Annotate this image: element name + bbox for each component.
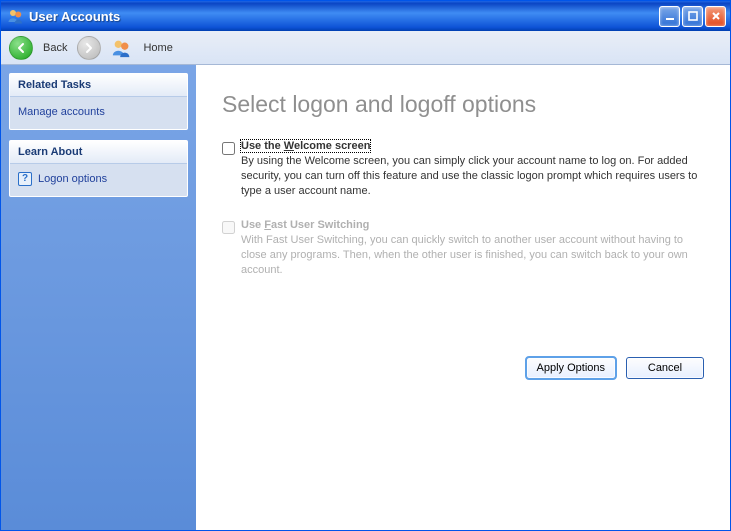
apply-options-button[interactable]: Apply Options	[526, 357, 616, 379]
option-welcome-screen: Use the Welcome screen By using the Welc…	[222, 140, 704, 199]
panel-related-tasks: Related Tasks Manage accounts	[9, 73, 188, 130]
window: User Accounts Back Home Rel	[0, 0, 731, 531]
page-title: Select logon and logoff options	[222, 91, 704, 118]
maximize-button[interactable]	[682, 6, 703, 27]
users-icon	[7, 7, 25, 25]
link-logon-options[interactable]: ? Logon options	[18, 170, 179, 188]
welcome-screen-title[interactable]: Use the Welcome screen	[241, 140, 370, 152]
button-row: Apply Options Cancel	[526, 357, 704, 379]
welcome-screen-desc: By using the Welcome screen, you can sim…	[241, 154, 704, 199]
content: Select logon and logoff options Use the …	[196, 65, 730, 530]
fast-user-switching-title: Use Fast User Switching	[241, 219, 369, 231]
logon-options-label: Logon options	[38, 170, 107, 188]
help-icon: ?	[18, 172, 32, 186]
link-manage-accounts[interactable]: Manage accounts	[18, 103, 179, 121]
cancel-button[interactable]: Cancel	[626, 357, 704, 379]
back-label: Back	[43, 42, 67, 54]
close-button[interactable]	[705, 6, 726, 27]
home-users-icon[interactable]	[111, 37, 133, 59]
home-label[interactable]: Home	[143, 42, 172, 54]
back-button[interactable]	[9, 36, 33, 60]
related-tasks-header: Related Tasks	[10, 74, 187, 97]
minimize-button[interactable]	[659, 6, 680, 27]
fast-user-switching-desc: With Fast User Switching, you can quickl…	[241, 233, 704, 278]
forward-button	[77, 36, 101, 60]
panel-learn-about: Learn About ? Logon options	[9, 140, 188, 197]
titlebar: User Accounts	[1, 1, 730, 31]
sidebar: Related Tasks Manage accounts Learn Abou…	[1, 65, 196, 530]
learn-about-header: Learn About	[10, 141, 187, 164]
toolbar: Back Home	[1, 31, 730, 65]
welcome-screen-checkbox[interactable]	[222, 142, 235, 155]
window-title: User Accounts	[29, 9, 659, 24]
fast-user-switching-checkbox	[222, 221, 235, 234]
option-fast-user-switching: Use Fast User Switching With Fast User S…	[222, 219, 704, 278]
body: Related Tasks Manage accounts Learn Abou…	[1, 65, 730, 530]
